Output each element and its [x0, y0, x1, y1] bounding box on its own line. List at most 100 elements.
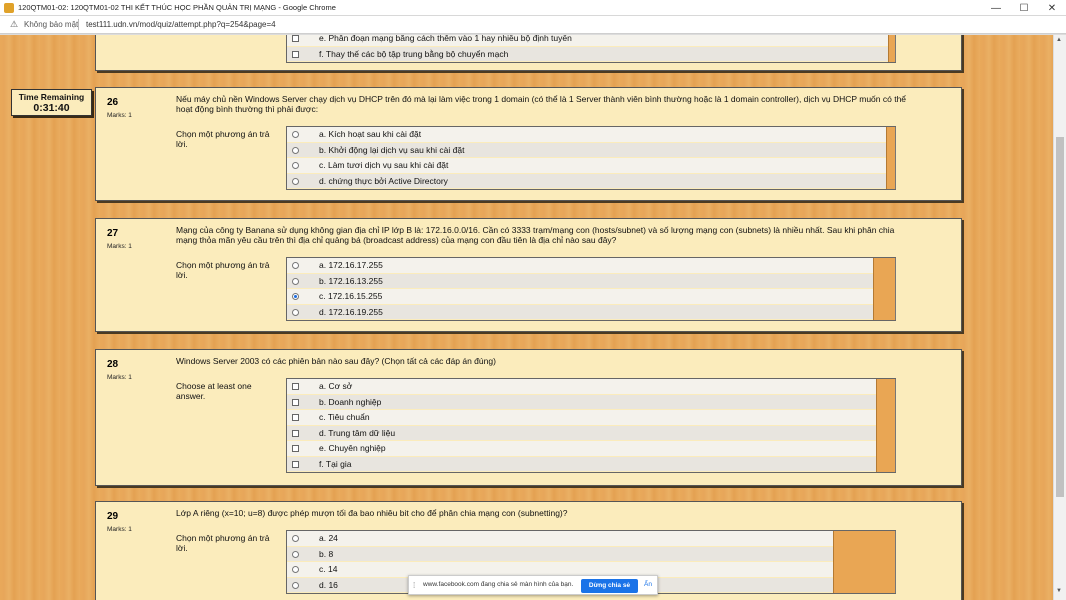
checkbox[interactable]	[292, 50, 299, 58]
answer-option[interactable]: b. Khởi động lại dịch vụ sau khi cài đặt	[287, 142, 896, 158]
answer-option[interactable]: f. Tại gia	[287, 456, 896, 472]
question-block-prev: e. Phân đoạn mạng bằng cách thêm vào 1 h…	[95, 35, 962, 71]
answer-option[interactable]: d. 172.16.19.255	[287, 304, 896, 320]
answer-option[interactable]: e. Phân đoạn mạng bằng cách thêm vào 1 h…	[287, 35, 896, 47]
question-marks: Marks: 1	[107, 374, 132, 381]
radio-button[interactable]	[292, 535, 299, 542]
scroll-down-arrow-icon[interactable]: ▼	[1056, 588, 1062, 594]
radio-button[interactable]	[292, 308, 299, 316]
hide-link[interactable]: Ẩn	[644, 581, 652, 588]
question-text: Lớp A riêng (x=10; u=8) được phép mượn t…	[176, 508, 568, 518]
answer-label: d. 172.16.19.255	[319, 306, 383, 317]
answer-option[interactable]: b. 172.16.13.255	[287, 273, 896, 289]
answer-list-edge	[886, 127, 896, 189]
answer-option[interactable]: b. 8	[287, 546, 896, 562]
question-block-27: 27 Marks: 1 Mạng của công ty Banana sử d…	[95, 218, 962, 332]
answer-list-edge	[876, 379, 896, 472]
answer-list-edge	[888, 35, 896, 62]
share-message: www.facebook.com đang chia sẻ màn hình c…	[423, 581, 574, 588]
radio-button[interactable]	[292, 581, 299, 589]
answer-label: b. 8	[319, 548, 334, 559]
answer-option[interactable]: f. Thay thế các bộ tập trung bằng bộ chu…	[287, 46, 896, 62]
answer-option[interactable]: c. Làm tươi dịch vụ sau khi cài đặt	[287, 158, 896, 174]
question-block-28: 28 Marks: 1 Windows Server 2003 có các p…	[95, 349, 962, 486]
answer-label: d. chứng thực bởi Active Directory	[319, 175, 448, 186]
minimize-button[interactable]: —	[982, 0, 1010, 16]
answer-list: a. Kích hoạt sau khi cài đặt b. Khởi độn…	[286, 126, 896, 190]
checkbox[interactable]	[292, 460, 299, 468]
radio-button[interactable]	[292, 262, 299, 269]
answer-label: a. Kích hoạt sau khi cài đặt	[319, 129, 422, 139]
answer-option[interactable]: e. Chuyên nghiệp	[287, 441, 896, 457]
app-icon	[4, 3, 14, 13]
scroll-up-arrow-icon[interactable]: ▲	[1056, 37, 1062, 43]
answer-label: c. Làm tươi dịch vụ sau khi cài đặt	[319, 160, 449, 170]
answer-option[interactable]: d. chứng thực bởi Active Directory	[287, 173, 896, 189]
answer-option[interactable]: c. Tiêu chuẩn	[287, 410, 896, 426]
radio-button[interactable]	[292, 146, 299, 154]
answer-label: d. 16	[319, 579, 338, 590]
answer-prompt: Chọn một phương án trả lời.	[176, 533, 270, 553]
question-text: Mạng của công ty Banana sử dụng không gi…	[176, 225, 895, 245]
answer-option[interactable]: d. Trung tâm dữ liệu	[287, 425, 896, 441]
answer-label: e. Phân đoạn mạng bằng cách thêm vào 1 h…	[319, 35, 572, 43]
radio-button[interactable]	[292, 550, 299, 558]
vertical-scrollbar[interactable]: ▲ ▼	[1053, 35, 1066, 600]
question-number: 26	[107, 97, 119, 108]
question-text: Windows Server 2003 có các phiên bản nào…	[176, 356, 496, 366]
checkbox[interactable]	[292, 414, 299, 421]
answer-prompt: Choose at least one answer.	[176, 381, 252, 401]
question-marks: Marks: 1	[107, 526, 132, 533]
answer-list-edge	[833, 531, 896, 593]
window-titlebar: 120QTM01-02: 120QTM01-02 THI KẾT THÚC HỌ…	[0, 0, 1066, 16]
time-remaining-value: 0:31:40	[33, 102, 70, 114]
question-marks: Marks: 1	[107, 112, 132, 119]
answer-option-selected[interactable]: c. 172.16.15.255	[287, 289, 896, 305]
question-number: 28	[107, 359, 119, 370]
checkbox[interactable]	[292, 35, 299, 42]
answer-list-edge	[873, 258, 896, 320]
answer-list: a. 172.16.17.255 b. 172.16.13.255 c. 172…	[286, 257, 896, 321]
radio-button[interactable]	[292, 277, 299, 285]
answer-list: a. Cơ sở b. Doanh nghiệp c. Tiêu chuẩn d…	[286, 378, 896, 473]
maximize-button[interactable]: ☐	[1010, 0, 1038, 16]
question-block-26: 26 Marks: 1 Nếu máy chủ nền Windows Serv…	[95, 87, 962, 201]
answer-label: c. 14	[319, 564, 338, 574]
answer-option[interactable]: a. 172.16.17.255	[287, 258, 896, 274]
question-number: 27	[107, 228, 119, 239]
answer-label: d. Trung tâm dữ liệu	[319, 427, 396, 438]
radio-button[interactable]	[292, 131, 299, 138]
scroll-thumb[interactable]	[1056, 137, 1064, 497]
checkbox[interactable]	[292, 398, 299, 406]
answer-prompt: Chọn một phương án trả lời.	[176, 260, 270, 280]
radio-button[interactable]	[292, 177, 299, 185]
answer-option[interactable]: a. Kích hoạt sau khi cài đặt	[287, 127, 896, 143]
time-remaining-box: Time Remaining 0:31:40	[11, 89, 92, 116]
radio-button[interactable]	[292, 162, 299, 169]
radio-button[interactable]	[292, 566, 299, 573]
answer-option[interactable]: b. Doanh nghiệp	[287, 394, 896, 410]
answer-label: a. 24	[319, 533, 338, 543]
answer-label: a. 172.16.17.255	[319, 260, 383, 270]
checkbox[interactable]	[292, 383, 299, 390]
checkbox[interactable]	[292, 429, 299, 437]
question-text: Nếu máy chủ nền Windows Server chạy dịch…	[176, 94, 907, 114]
window-title: 120QTM01-02: 120QTM01-02 THI KẾT THÚC HỌ…	[18, 3, 336, 12]
checkbox[interactable]	[292, 445, 299, 452]
address-bar[interactable]: ⚠ Không bảo mật test111.udn.vn/mod/quiz/…	[0, 16, 1066, 34]
stop-sharing-button[interactable]: Dừng chia sẻ	[581, 579, 638, 593]
answer-option[interactable]: a. Cơ sở	[287, 379, 896, 395]
answer-option[interactable]: a. 24	[287, 531, 896, 547]
answer-label: e. Chuyên nghiệp	[319, 443, 386, 453]
url-text[interactable]: test111.udn.vn/mod/quiz/attempt.php?q=25…	[86, 20, 276, 29]
drag-handle-icon[interactable]: ⁞	[413, 581, 415, 590]
radio-button-selected[interactable]	[292, 293, 299, 300]
page-viewport: e. Phân đoạn mạng bằng cách thêm vào 1 h…	[0, 35, 1053, 600]
answer-prompt: Chọn một phương án trả lời.	[176, 129, 270, 149]
answer-label: b. 172.16.13.255	[319, 275, 383, 286]
close-button[interactable]: ✕	[1038, 0, 1066, 16]
answer-label: b. Khởi động lại dịch vụ sau khi cài đặt	[319, 144, 465, 155]
security-label[interactable]: Không bảo mật	[24, 20, 78, 29]
answer-label: c. 172.16.15.255	[319, 291, 383, 301]
warning-icon[interactable]: ⚠	[10, 19, 18, 30]
